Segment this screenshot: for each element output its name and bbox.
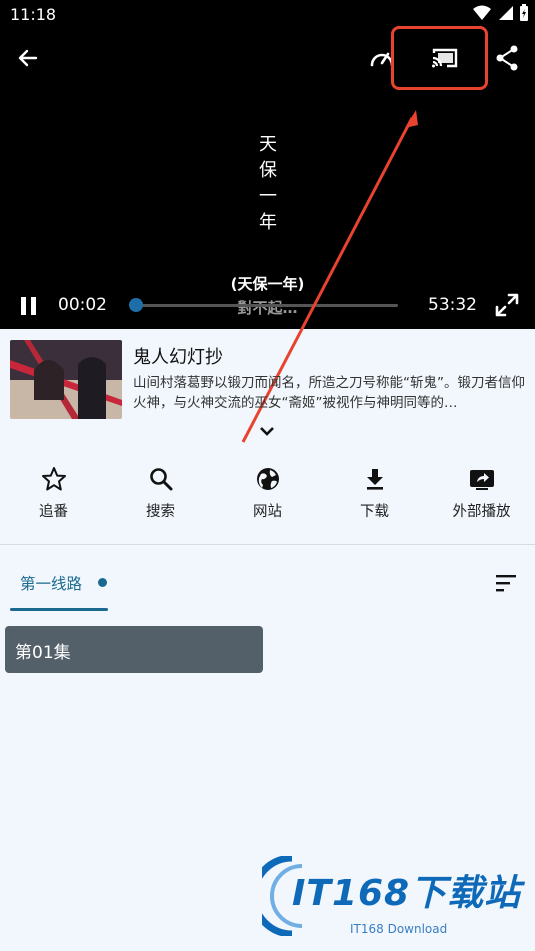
fullscreen-button[interactable] [494,292,520,318]
chevron-down-icon [260,427,274,436]
video-title-vertical: 天 保 一 年 [259,134,277,233]
watermark-logo: IT168下载站 IT168 Download [262,852,532,942]
sort-button[interactable] [494,572,518,594]
search-icon [149,468,172,491]
current-time: 00:02 [58,295,107,315]
external-play-button[interactable]: 外部播放 [428,460,535,530]
website-button[interactable]: 网站 [214,460,321,530]
seek-bar[interactable] [130,304,398,307]
episode-button[interactable]: 第01集 [5,626,263,673]
seek-handle[interactable] [129,298,143,312]
back-button[interactable] [12,42,44,74]
download-button[interactable]: 下载 [321,460,428,530]
star-icon [41,467,66,491]
tab-route-1[interactable]: 第一线路 [10,560,108,612]
wifi-icon [473,5,491,20]
section-divider [0,544,535,545]
action-bar: 追番 搜索 网站 下载 外部播放 [0,460,535,530]
tab-indicator-dot [98,578,107,587]
signal-icon [499,6,513,20]
arrow-left-icon [18,49,38,67]
tab-underline [10,608,108,611]
pause-button[interactable] [20,297,38,315]
external-play-icon [469,470,494,490]
share-button[interactable] [492,42,522,74]
battery-icon [520,4,528,21]
total-time: 53:32 [428,295,477,315]
show-poster[interactable] [10,340,122,419]
follow-button[interactable]: 追番 [0,460,107,530]
share-icon [496,45,518,71]
fullscreen-icon [495,293,519,317]
show-title: 鬼人幻灯抄 [133,347,223,368]
globe-icon [256,468,279,490]
cast-highlight-box [391,26,488,90]
status-time: 11:18 [10,5,57,24]
download-icon [366,469,383,490]
expand-description-button[interactable] [257,423,277,437]
sort-icon [496,575,516,592]
search-button[interactable]: 搜索 [107,460,214,530]
show-description[interactable]: 山间村落葛野以锻刀而闻名，所造之刀号称能“斩鬼”。锻刀者信仰火神，与火神交流的巫… [133,373,525,413]
